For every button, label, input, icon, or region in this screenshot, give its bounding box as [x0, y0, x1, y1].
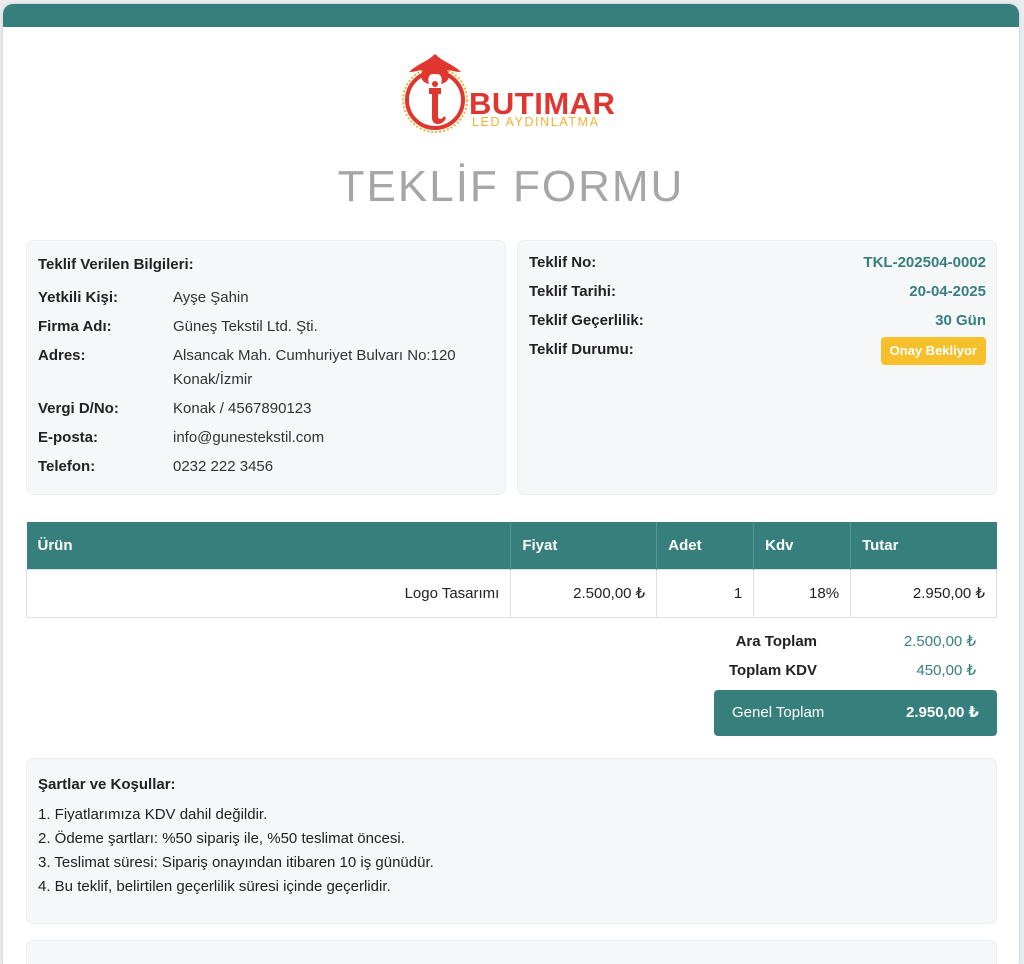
offer-row-number: Teklif No: TKL-202504-0002 [529, 251, 986, 275]
grand-total-value: 2.950,00 ₺ [906, 704, 979, 721]
info-value: Konak / 4567890123 [173, 400, 312, 417]
table-header-row: Ürün Fiyat Adet Kdv Tutar [26, 522, 997, 569]
list-item: 4. Bu teklif, belirtilen geçerlilik süre… [38, 878, 391, 895]
info-label: E-posta: [38, 429, 98, 446]
items-table: Ürün Fiyat Adet Kdv Tutar Logo Tasarımı … [25, 522, 997, 618]
info-label: Yetkili Kişi: [38, 289, 119, 306]
offer-validity: 30 Gün [935, 312, 986, 329]
table-row: Logo Tasarımı 2.500,00 ₺ 1 18% 2.950,00 … [25, 568, 997, 618]
quote-page: BUTIMAR LED AYDINLATMA TEKLİF FORMU Tekl… [3, 4, 1019, 964]
list-item: 2. Ödeme şartları: %50 sipariş ile, %50 … [38, 830, 405, 847]
offer-row-date: Teklif Tarihi: 20-04-2025 [529, 280, 986, 304]
info-label: Firma Adı: [38, 318, 112, 335]
status-badge: Onay Bekliyor [880, 337, 986, 365]
company-logo: BUTIMAR LED AYDINLATMA [399, 50, 639, 140]
next-section-card [26, 940, 997, 964]
info-value: info@gunestekstil.com [173, 429, 325, 446]
info-label: Telefon: [38, 458, 96, 475]
terms-heading: Şartlar ve Koşullar: [38, 776, 176, 793]
offer-label: Teklif No: [529, 254, 597, 271]
offer-label: Teklif Geçerlilik: [529, 312, 644, 329]
terms-card: Şartlar ve Koşullar: 1. Fiyatlarımıza KD… [26, 758, 997, 924]
offer-label: Teklif Durumu: [529, 341, 634, 358]
subtotal-label: Ara Toplam [735, 633, 817, 650]
vat-total-label: Toplam KDV [728, 662, 817, 679]
phoenix-emblem-icon [402, 54, 468, 133]
vat-total-row: Toplam KDV 450,00 ₺ [3, 659, 997, 683]
column-header-quantity: Adet [656, 522, 755, 569]
column-header-total: Tutar [850, 522, 997, 569]
vat-total-value: 450,00 ₺ [916, 662, 976, 679]
info-value: 0232 222 3456 [173, 458, 274, 475]
subtotal-row: Ara Toplam 2.500,00 ₺ [3, 630, 997, 654]
top-accent-bar [3, 4, 1019, 27]
list-item: 3. Teslimat süresi: Sipariş onayından it… [38, 854, 434, 871]
offer-number: TKL-202504-0002 [863, 254, 986, 271]
cell-vat: 18% [753, 568, 852, 618]
cell-total: 2.950,00 ₺ [850, 568, 997, 618]
terms-list: 1. Fiyatlarımıza KDV dahil değildir. 2. … [38, 803, 434, 899]
cell-product: Logo Tasarımı [25, 568, 512, 618]
subtotal-value: 2.500,00 ₺ [903, 633, 976, 650]
cell-price: 2.500,00 ₺ [510, 568, 658, 618]
offer-row-validity: Teklif Geçerlilik: 30 Gün [529, 309, 986, 333]
customer-info-heading: Teklif Verilen Bilgileri: [38, 256, 194, 273]
grand-total-box: Genel Toplam 2.950,00 ₺ [714, 690, 997, 736]
info-value: Güneş Tekstil Ltd. Şti. [173, 318, 318, 335]
cell-quantity: 1 [656, 568, 755, 618]
info-label: Vergi D/No: [38, 400, 119, 417]
offer-date: 20-04-2025 [909, 283, 986, 300]
list-item: 1. Fiyatlarımıza KDV dahil değildir. [38, 806, 268, 823]
offer-row-status: Teklif Durumu: Onay Bekliyor [529, 337, 986, 365]
column-header-product: Ürün [26, 522, 512, 569]
customer-info-card: Teklif Verilen Bilgileri: Yetkili Kişi: … [26, 240, 506, 495]
info-value: Alsancak Mah. Cumhuriyet Bulvarı No:120 … [173, 347, 456, 388]
page-title: TEKLİF FORMU [337, 162, 685, 211]
column-header-vat: Kdv [753, 522, 852, 569]
grand-total-label: Genel Toplam [732, 704, 825, 721]
info-value: Ayşe Şahin [173, 289, 249, 306]
offer-info-card: Teklif No: TKL-202504-0002 Teklif Tarihi… [517, 240, 997, 495]
column-header-price: Fiyat [510, 522, 658, 569]
info-label: Adres: [38, 347, 86, 364]
offer-label: Teklif Tarihi: [529, 283, 616, 300]
logo-tagline: LED AYDINLATMA [472, 115, 600, 129]
